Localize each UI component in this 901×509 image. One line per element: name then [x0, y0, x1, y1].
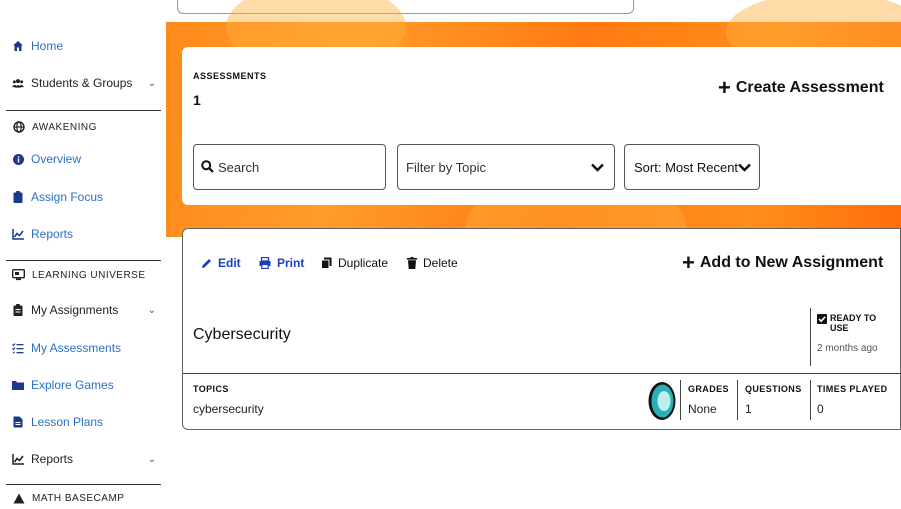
sidebar-item-label: Students & Groups: [31, 76, 133, 90]
print-icon: [259, 257, 271, 269]
sidebar-item-reports-2[interactable]: Reports ⌄: [12, 448, 160, 470]
duplicate-button[interactable]: Duplicate: [321, 256, 388, 270]
globe-icon: [12, 121, 25, 134]
duplicate-label: Duplicate: [338, 256, 389, 270]
checkbox-checked-icon: [817, 314, 827, 324]
grades-value: None: [688, 402, 717, 416]
sidebar-item-label: Reports: [31, 227, 74, 241]
users-icon: [12, 77, 24, 89]
sidebar-item-overview[interactable]: Overview: [12, 148, 160, 170]
sidebar-section-math-basecamp: MATH BASECAMP: [12, 488, 160, 508]
clipboard-icon: [12, 191, 24, 203]
edit-button[interactable]: Edit: [201, 256, 241, 270]
home-icon: [12, 40, 24, 52]
section-label: LEARNING UNIVERSE: [32, 269, 146, 281]
divider: [737, 380, 738, 420]
sort-label: Sort: Most Recent: [634, 159, 739, 175]
chevron-down-icon: [738, 160, 751, 175]
sidebar-divider: [6, 260, 161, 261]
questions-value: 1: [745, 402, 752, 416]
line-chart-icon: [12, 453, 24, 465]
divider: [680, 380, 681, 420]
assessment-title[interactable]: Cybersecurity: [193, 326, 291, 344]
monitor-icon: [12, 269, 25, 282]
sidebar-item-my-assessments[interactable]: My Assessments: [12, 337, 160, 359]
section-label: AWAKENING: [32, 121, 97, 133]
sidebar-divider: [6, 484, 161, 485]
sidebar-item-assign-focus[interactable]: Assign Focus: [12, 186, 160, 208]
sidebar-item-label: My Assignments: [31, 303, 119, 317]
assessments-label: ASSESSMENTS: [193, 71, 267, 81]
topic-filter-select[interactable]: Filter by Topic: [397, 144, 615, 190]
folder-icon: [12, 379, 24, 391]
chevron-down-icon[interactable]: ⌄: [148, 78, 156, 89]
sidebar-item-my-assignments[interactable]: My Assignments ⌄: [12, 299, 160, 321]
sidebar-item-home[interactable]: Home: [12, 35, 160, 57]
game-badge-icon: [647, 380, 677, 422]
times-played-value: 0: [817, 402, 824, 416]
sidebar-section-learning-universe: LEARNING UNIVERSE: [12, 265, 160, 285]
status-badge: READY TO USE: [817, 313, 876, 333]
mountain-icon: [12, 492, 25, 505]
section-label: MATH BASECAMP: [32, 492, 125, 504]
sidebar-section-awakening: AWAKENING: [12, 117, 160, 137]
chevron-down-icon: [591, 160, 604, 175]
topics-value: cybersecurity: [193, 402, 264, 416]
chevron-down-icon[interactable]: ⌄: [148, 454, 156, 465]
print-label: Print: [277, 256, 305, 270]
copy-icon: [321, 257, 332, 269]
add-to-new-assignment-button[interactable]: + Add to New Assignment: [682, 250, 884, 275]
questions-header: QUESTIONS: [745, 384, 802, 394]
sidebar-item-label: Overview: [31, 152, 82, 166]
list-check-icon: [12, 342, 24, 354]
create-assessment-label: Create Assessment: [735, 79, 884, 96]
pencil-icon: [201, 258, 212, 269]
topics-header: TOPICS: [193, 384, 229, 394]
line-chart-icon: [12, 228, 24, 240]
divider: [810, 308, 811, 366]
divider: [810, 380, 811, 420]
grades-header: GRADES: [688, 384, 729, 394]
status-line-1: READY TO: [830, 313, 877, 323]
search-icon: [201, 160, 215, 174]
sidebar-item-label: Assign Focus: [31, 190, 104, 204]
status-line-2: USE: [830, 323, 849, 333]
sidebar-item-label: Explore Games: [31, 378, 114, 392]
assessments-count: 1: [193, 92, 201, 108]
sidebar-item-label: Home: [31, 39, 64, 53]
sidebar-item-label: Lesson Plans: [31, 415, 104, 429]
row-divider: [183, 373, 901, 374]
search-input[interactable]: Search: [193, 144, 386, 190]
delete-button[interactable]: Delete: [407, 256, 458, 270]
sidebar-item-explore-games[interactable]: Explore Games: [12, 374, 160, 396]
info-icon: [12, 153, 24, 165]
times-played-header: TIMES PLAYED: [817, 384, 888, 394]
delete-label: Delete: [423, 256, 458, 270]
sidebar: Home Students & Groups ⌄ AWAKENING Overv…: [0, 0, 166, 509]
sidebar-item-label: My Assessments: [31, 341, 122, 355]
file-icon: [12, 416, 24, 428]
sort-select[interactable]: Sort: Most Recent: [624, 144, 760, 190]
trash-icon: [407, 257, 417, 269]
search-placeholder: Search: [218, 159, 260, 175]
create-assessment-button[interactable]: + Create Assessment: [718, 75, 884, 100]
plus-icon: +: [682, 250, 695, 275]
sidebar-item-label: Reports: [31, 452, 74, 466]
clipboard-list-icon: [12, 304, 24, 316]
print-button[interactable]: Print: [259, 256, 304, 270]
sidebar-item-students-groups[interactable]: Students & Groups ⌄: [12, 72, 160, 94]
sidebar-item-lesson-plans[interactable]: Lesson Plans: [12, 411, 160, 433]
sidebar-item-reports[interactable]: Reports: [12, 223, 160, 245]
topic-filter-label: Filter by Topic: [406, 159, 486, 175]
chevron-down-icon[interactable]: ⌄: [148, 305, 156, 316]
sidebar-divider: [6, 110, 161, 111]
status-timestamp: 2 months ago: [817, 343, 878, 354]
plus-icon: +: [718, 75, 731, 100]
add-to-new-assignment-label: Add to New Assignment: [699, 254, 884, 271]
edit-label: Edit: [218, 256, 241, 270]
